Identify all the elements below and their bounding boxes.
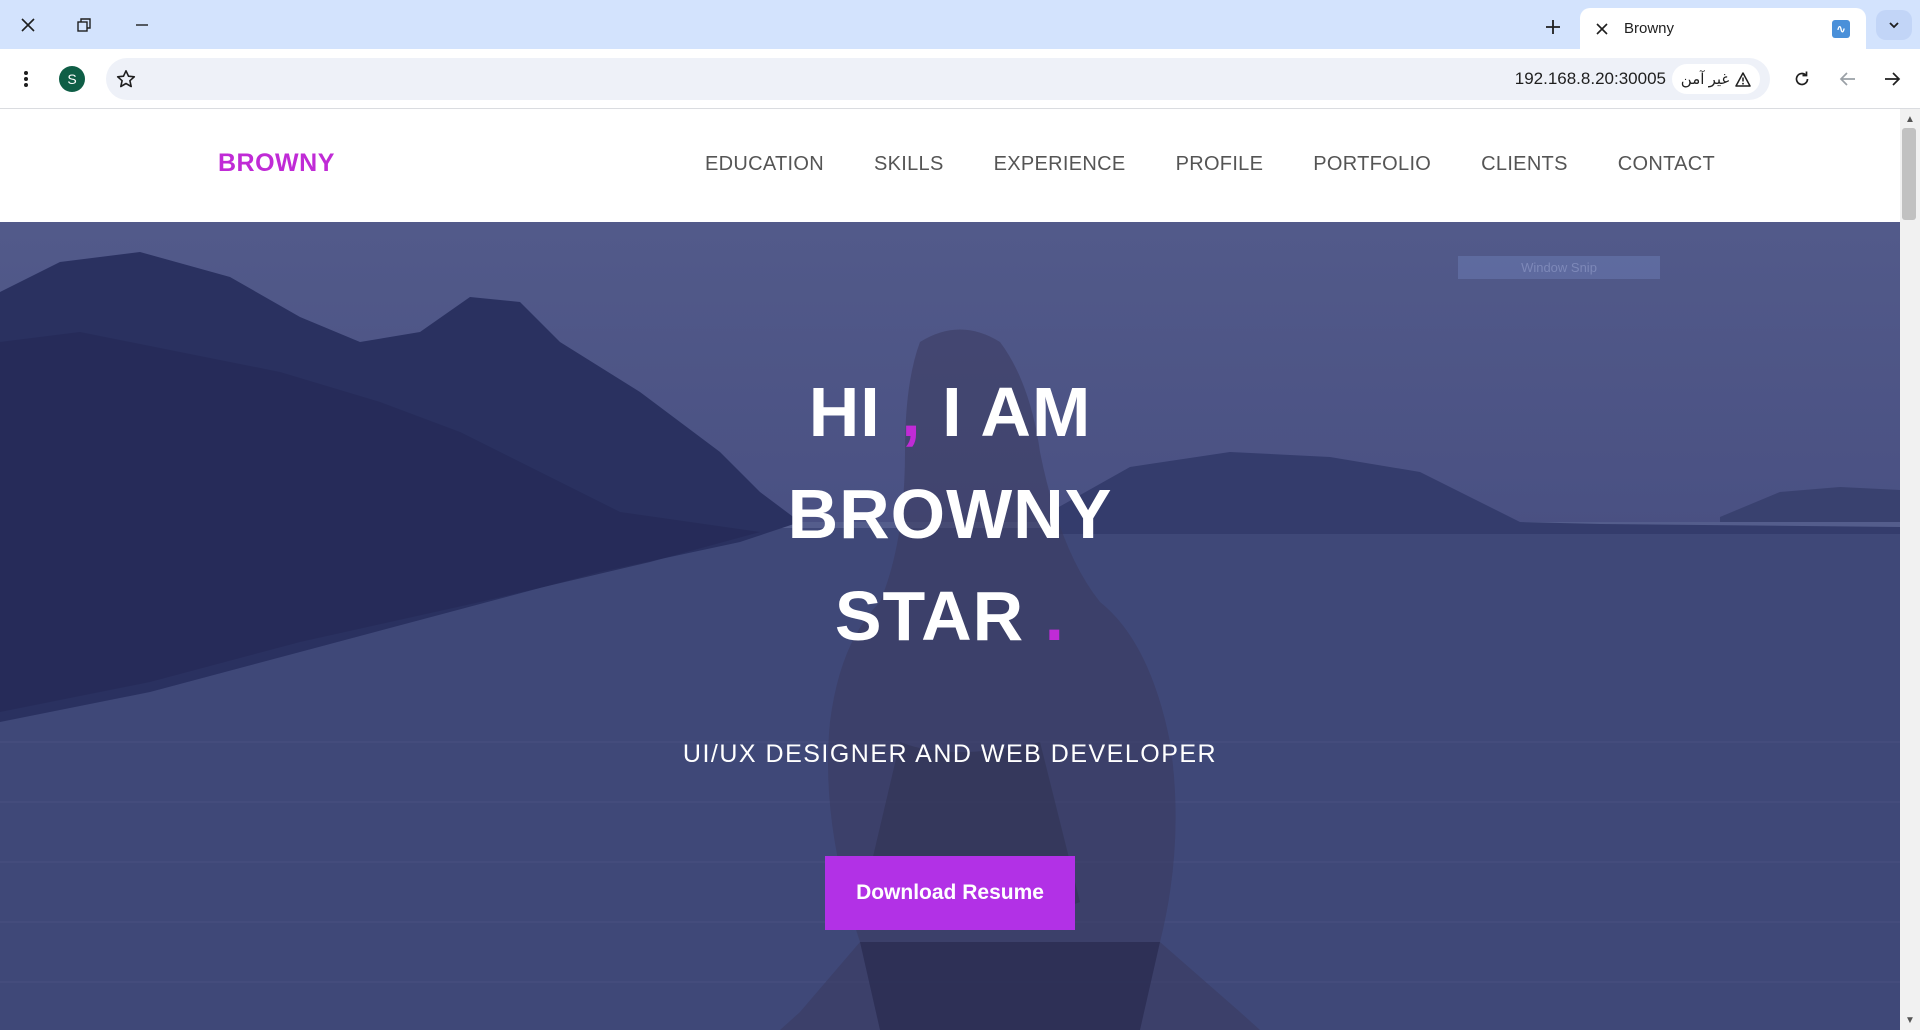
security-indicator[interactable]: غير آمن <box>1672 64 1760 94</box>
hero-i-am: I AM <box>942 373 1092 451</box>
page-scrollbar[interactable] <box>1900 109 1920 1030</box>
hero-name: BROWNY <box>787 475 1113 553</box>
minimize-window-button[interactable] <box>122 8 162 42</box>
scroll-up-button[interactable]: ▲ <box>1900 111 1920 127</box>
new-tab-button[interactable] <box>1538 12 1568 42</box>
close-icon <box>1596 22 1608 35</box>
page-viewport: BROWNY EDUCATION SKILLS EXPERIENCE PROFI… <box>0 109 1900 1030</box>
hero-heading-line1: HI , I AM <box>0 372 1900 452</box>
main-nav: EDUCATION SKILLS EXPERIENCE PROFILE PORT… <box>705 153 1765 176</box>
hero-section: Window Snip HI , I AM BROWNY STAR . UI/U… <box>0 222 1900 1030</box>
star-icon <box>116 70 136 88</box>
address-bar[interactable]: 192.168.8.20:30005 غير آمن <box>106 58 1770 100</box>
nav-clients[interactable]: CLIENTS <box>1481 153 1568 176</box>
download-resume-button[interactable]: Download Resume <box>825 856 1075 930</box>
nav-skills[interactable]: SKILLS <box>874 153 944 176</box>
close-window-button[interactable] <box>8 8 48 42</box>
bookmark-star-button[interactable] <box>110 63 142 95</box>
hero-accent-dot: . <box>1044 577 1066 655</box>
forward-button[interactable] <box>1876 63 1908 95</box>
url-text[interactable]: 192.168.8.20:30005 <box>1515 69 1666 89</box>
tab-browny[interactable]: Browny ∿ <box>1580 8 1866 49</box>
hero-subtitle: UI/UX DESIGNER AND WEB DEVELOPER <box>682 740 1218 768</box>
hero-heading-line3: STAR . <box>0 576 1900 656</box>
scroll-down-button[interactable]: ▼ <box>1900 1012 1920 1028</box>
browser-toolbar: S 192.168.8.20:30005 غير آمن <box>0 49 1920 109</box>
menu-button[interactable] <box>10 63 42 95</box>
chevron-down-icon <box>1889 22 1899 29</box>
hero-heading-line2: BROWNY <box>0 474 1900 554</box>
tab-close-button[interactable] <box>1594 22 1610 35</box>
reload-button[interactable] <box>1786 63 1818 95</box>
arrow-left-icon <box>1839 72 1855 86</box>
window-snip-overlay: Window Snip <box>1458 256 1660 279</box>
back-button[interactable] <box>1832 63 1864 95</box>
site-favicon-icon: ∿ <box>1832 19 1850 38</box>
nav-contact[interactable]: CONTACT <box>1618 153 1715 176</box>
nav-experience[interactable]: EXPERIENCE <box>994 153 1126 176</box>
minimize-icon <box>136 24 148 26</box>
reload-icon <box>1795 71 1809 86</box>
nav-portfolio[interactable]: PORTFOLIO <box>1313 153 1431 176</box>
site-header: BROWNY EDUCATION SKILLS EXPERIENCE PROFI… <box>0 109 1900 222</box>
hero-star: STAR <box>834 577 1025 655</box>
scrollbar-thumb[interactable] <box>1902 128 1916 220</box>
arrow-right-icon <box>1885 72 1901 86</box>
tab-search-button[interactable] <box>1876 10 1912 40</box>
tab-title: Browny <box>1624 20 1675 37</box>
hero-accent-comma: , <box>901 373 922 451</box>
close-icon <box>21 18 35 32</box>
site-logo[interactable]: BROWNY <box>218 149 335 178</box>
nav-profile[interactable]: PROFILE <box>1176 153 1264 176</box>
nav-education[interactable]: EDUCATION <box>705 153 824 176</box>
warning-icon <box>1735 71 1751 87</box>
restore-window-button[interactable] <box>64 8 104 42</box>
hero-hi: HI <box>808 373 881 451</box>
tab-strip: Browny ∿ <box>0 0 1920 49</box>
kebab-menu-icon <box>24 71 28 87</box>
profile-avatar[interactable]: S <box>59 66 85 92</box>
plus-icon <box>1546 20 1560 34</box>
restore-icon <box>77 18 91 32</box>
security-label: غير آمن <box>1680 71 1730 88</box>
